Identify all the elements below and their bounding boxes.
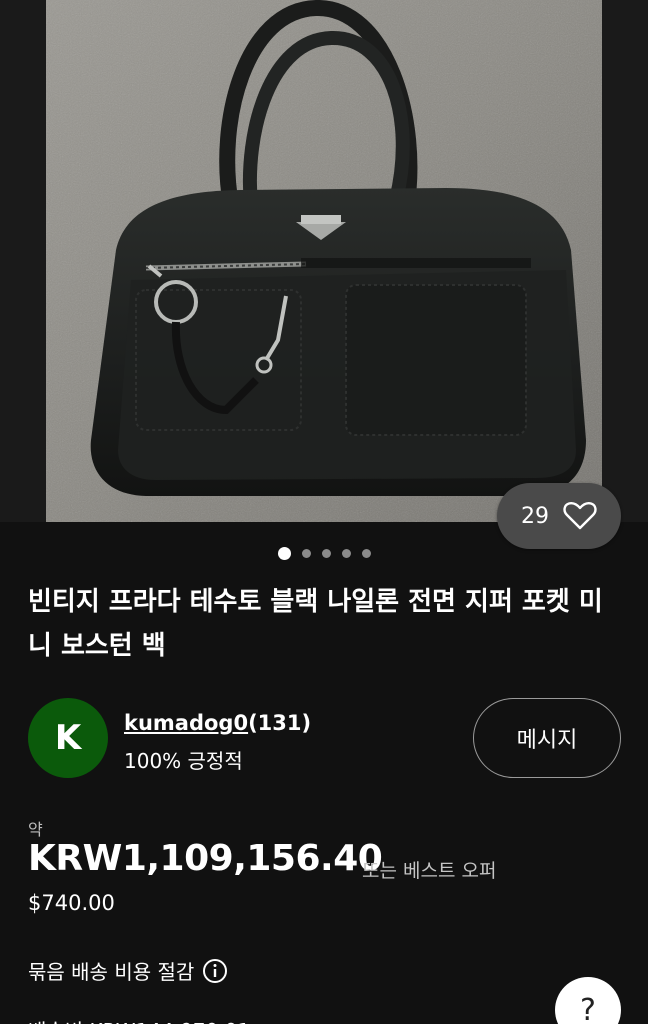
pagination-dot[interactable] bbox=[301, 548, 311, 558]
bag-illustration bbox=[46, 0, 602, 522]
info-icon[interactable] bbox=[202, 958, 228, 984]
bundle-shipping[interactable]: 묶음 배송 비용 절감 bbox=[28, 956, 228, 985]
gallery-pagination[interactable] bbox=[0, 546, 648, 560]
avatar-initial: K bbox=[54, 718, 82, 758]
approx-label: 약 bbox=[28, 820, 43, 839]
listing-page: 29 빈티지 프라다 테수토 블랙 나일론 전면 지퍼 포켓 미니 보스턴 백 … bbox=[0, 0, 648, 1024]
seller-score: (131) bbox=[248, 711, 312, 735]
image-gallery[interactable]: 29 bbox=[0, 0, 648, 549]
usd-price: $740.00 bbox=[28, 891, 115, 915]
seller-link[interactable]: kumadog0(131) bbox=[124, 711, 311, 735]
like-count: 29 bbox=[521, 503, 549, 529]
pagination-dot[interactable] bbox=[361, 548, 371, 558]
shipping-cost: 배송비 KRW144,970.01 bbox=[28, 1015, 250, 1024]
best-offer-label: 또는 베스트 오퍼 bbox=[362, 860, 497, 882]
pagination-dot[interactable] bbox=[341, 548, 351, 558]
listing-title: 빈티지 프라다 테수토 블랙 나일론 전면 지퍼 포켓 미니 보스턴 백 bbox=[28, 587, 603, 661]
seller-username[interactable]: kumadog0 bbox=[124, 711, 248, 735]
question-icon: ? bbox=[580, 992, 596, 1024]
bundle-shipping-label: 묶음 배송 비용 절감 bbox=[28, 960, 195, 984]
pagination-dot[interactable] bbox=[321, 548, 331, 558]
heart-icon bbox=[563, 502, 597, 530]
pagination-dot[interactable] bbox=[277, 546, 291, 560]
price-amount: KRW1,109,156.40 bbox=[28, 838, 383, 879]
product-photo[interactable] bbox=[46, 0, 602, 522]
like-button[interactable]: 29 bbox=[497, 483, 621, 549]
seller-feedback: 100% 긍정적 bbox=[124, 749, 243, 773]
help-button[interactable]: ? bbox=[555, 977, 621, 1024]
seller-avatar[interactable]: K bbox=[28, 698, 108, 778]
message-button[interactable]: 메시지 bbox=[473, 698, 621, 778]
